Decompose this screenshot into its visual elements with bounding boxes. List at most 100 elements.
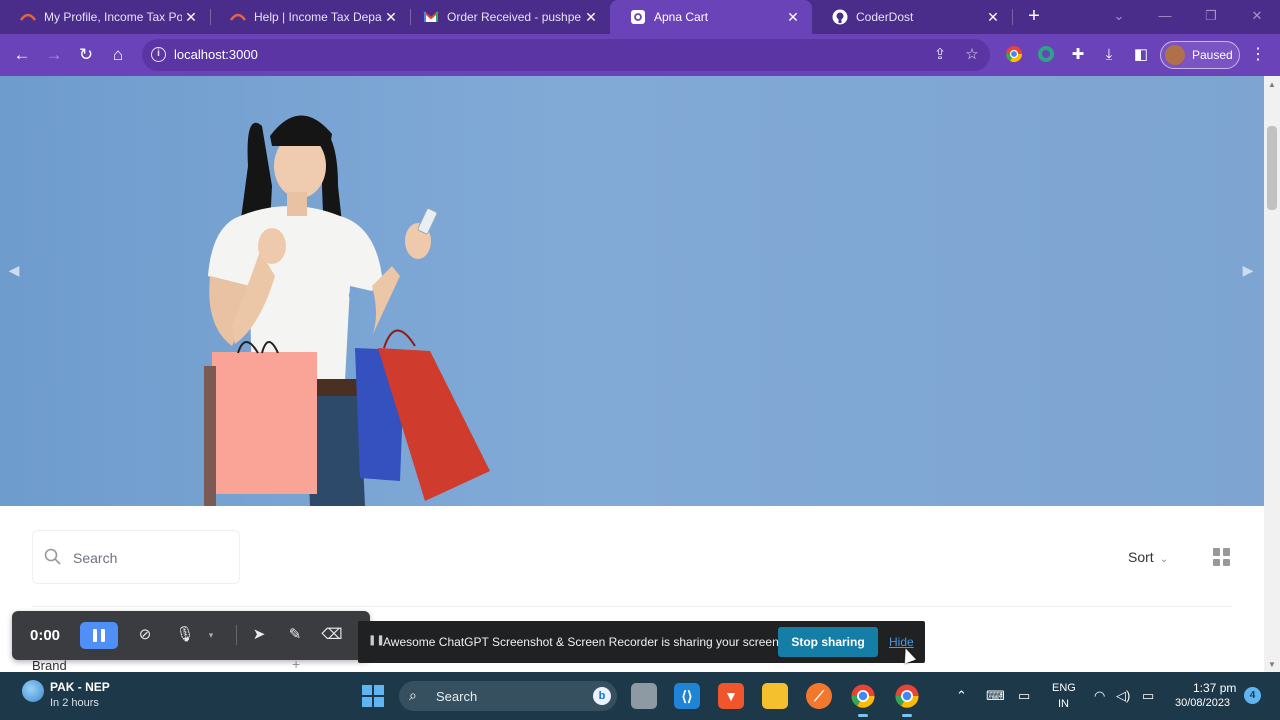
clock-date[interactable]: 30/08/2023: [1175, 697, 1230, 709]
bing-icon[interactable]: b: [593, 687, 611, 705]
close-icon[interactable]: ✕: [784, 9, 802, 26]
weather-title[interactable]: PAK - NEP: [50, 680, 110, 694]
screen-sharing-bar: ❚❚ Awesome ChatGPT Screenshot & Screen R…: [358, 621, 925, 663]
recording-timer: 0:00: [30, 627, 61, 644]
close-icon[interactable]: ✕: [182, 9, 200, 26]
volume-icon[interactable]: ◁): [1116, 688, 1130, 704]
region-indicator[interactable]: IN: [1058, 698, 1069, 710]
download-icon[interactable]: ⤓: [1099, 45, 1119, 65]
toolbar-divider: [236, 625, 237, 645]
close-icon[interactable]: ✕: [582, 9, 600, 26]
tab-label: CoderDost: [856, 10, 914, 24]
grid-view-icon[interactable]: [1213, 548, 1231, 566]
pause-button[interactable]: [80, 622, 118, 649]
windows-start-icon[interactable]: [362, 685, 384, 707]
tab-divider: [1012, 9, 1013, 25]
wifi-icon[interactable]: ◠: [1094, 688, 1105, 704]
extension-recorder-icon[interactable]: [1036, 45, 1056, 65]
hero-image: [204, 115, 490, 506]
weather-subtitle[interactable]: In 2 hours: [50, 697, 99, 709]
address-bar[interactable]: i localhost:3000 ⇪ ☆: [142, 39, 990, 71]
camera-off-icon[interactable]: ⊘: [134, 624, 156, 646]
screen: My Profile, Income Tax Po ✕ Help | Incom…: [0, 0, 1280, 720]
search-icon: [44, 548, 61, 565]
postman-icon[interactable]: ⟋: [806, 683, 832, 709]
close-icon[interactable]: ✕: [984, 9, 1002, 26]
tab-label: My Profile, Income Tax Po: [44, 10, 182, 24]
site-info-icon[interactable]: i: [151, 47, 166, 62]
forward-icon[interactable]: →: [42, 43, 66, 67]
carousel-prev-arrow[interactable]: ◀: [6, 262, 22, 282]
browser-tab-strip: My Profile, Income Tax Po ✕ Help | Incom…: [0, 0, 1280, 34]
vscode-icon[interactable]: ⟨⟩: [674, 683, 700, 709]
hero-carousel: ◀ ▶: [0, 76, 1264, 506]
scrollbar-thumb[interactable]: [1267, 126, 1277, 210]
search-input[interactable]: [73, 545, 233, 571]
income-tax-icon: [20, 9, 36, 25]
eraser-icon[interactable]: ⌫: [321, 624, 343, 646]
sort-dropdown[interactable]: Sort ⌄: [1128, 549, 1168, 565]
back-icon[interactable]: ←: [10, 43, 34, 67]
home-icon[interactable]: ⌂: [106, 43, 130, 67]
keyboard-icon[interactable]: ⌨: [986, 688, 1005, 704]
tab-search-icon[interactable]: ⌄: [1096, 0, 1142, 34]
recorder-toolbar: 0:00 ⊘ 🎙 ▾ ➤ ✎ ⌫: [12, 611, 370, 660]
language-indicator[interactable]: ENG: [1052, 682, 1076, 694]
display-icon[interactable]: ▭: [1018, 688, 1030, 704]
close-window-icon[interactable]: ✕: [1234, 0, 1280, 34]
extensions-puzzle-icon[interactable]: ✚: [1068, 45, 1088, 65]
weather-icon[interactable]: [22, 680, 44, 702]
file-app-icon[interactable]: [631, 683, 657, 709]
stop-sharing-button[interactable]: Stop sharing: [778, 627, 878, 657]
pen-icon[interactable]: ✎: [284, 624, 306, 646]
tab-my-profile[interactable]: My Profile, Income Tax Po ✕: [0, 0, 210, 34]
github-icon: [832, 9, 848, 25]
browser-toolbar: ← → ↻ ⌂ i localhost:3000 ⇪ ☆ ✚ ⤓ ◧ Pause…: [0, 34, 1280, 76]
reload-icon[interactable]: ↻: [74, 43, 98, 67]
income-tax-icon: [230, 9, 246, 25]
tab-coderdost[interactable]: CoderDost ✕: [812, 0, 1012, 34]
bookmark-star-icon[interactable]: ☆: [962, 45, 982, 65]
tab-label: Help | Income Tax Depart: [254, 10, 382, 24]
scroll-down-icon[interactable]: ▼: [1268, 660, 1276, 669]
minimize-icon[interactable]: —: [1142, 0, 1188, 34]
tab-order-received[interactable]: Order Received - pushpe ✕: [403, 0, 610, 34]
chevron-up-icon[interactable]: ⌃: [956, 688, 967, 704]
extension-chrome-icon[interactable]: [1004, 45, 1024, 65]
tab-label: Apna Cart: [654, 10, 709, 24]
brand-filter-label[interactable]: Brand: [32, 658, 67, 673]
chrome-icon[interactable]: [850, 683, 876, 717]
close-icon[interactable]: ✕: [382, 9, 400, 26]
tab-label: Order Received - pushpe: [447, 10, 582, 24]
new-tab-button[interactable]: +: [1022, 5, 1046, 29]
notification-badge[interactable]: 4: [1244, 687, 1261, 704]
divider: [32, 606, 1232, 607]
side-panel-icon[interactable]: ◧: [1131, 45, 1151, 65]
search-icon: ⌕: [409, 687, 417, 703]
cursor-icon[interactable]: ➤: [248, 624, 270, 646]
page-scrollbar[interactable]: ▲ ▼: [1264, 76, 1280, 672]
url-text[interactable]: localhost:3000: [174, 47, 258, 62]
menu-kebab-icon[interactable]: ⋮: [1250, 43, 1266, 67]
carousel-next-arrow[interactable]: ▶: [1240, 262, 1256, 282]
taskbar-search[interactable]: ⌕ Search b: [399, 681, 617, 711]
profile-button[interactable]: Paused: [1160, 41, 1240, 69]
scroll-up-icon[interactable]: ▲: [1268, 80, 1276, 89]
chevron-down-icon: ⌄: [1159, 554, 1169, 565]
sharing-message: Awesome ChatGPT Screenshot & Screen Reco…: [383, 635, 783, 649]
search-box[interactable]: [32, 530, 240, 584]
restore-icon[interactable]: ❐: [1188, 0, 1234, 34]
file-explorer-icon[interactable]: [762, 683, 788, 709]
chrome-profile-icon[interactable]: [894, 683, 920, 717]
profile-status: Paused: [1192, 48, 1233, 62]
windows-taskbar: PAK - NEP In 2 hours ⌕ Search b ⟨⟩ ▼ ⟋ ⌃…: [0, 672, 1280, 720]
tab-help-income-tax[interactable]: Help | Income Tax Depart ✕: [210, 0, 410, 34]
mic-off-icon[interactable]: 🎙: [174, 624, 196, 646]
tab-apna-cart[interactable]: Apna Cart ✕: [610, 0, 812, 34]
brave-icon[interactable]: ▼: [718, 683, 744, 709]
battery-icon[interactable]: ▭: [1142, 688, 1154, 704]
mic-options-chevron-icon[interactable]: ▾: [200, 624, 222, 646]
avatar: [1165, 45, 1185, 65]
share-icon[interactable]: ⇪: [930, 45, 950, 65]
clock-time[interactable]: 1:37 pm: [1193, 681, 1236, 695]
